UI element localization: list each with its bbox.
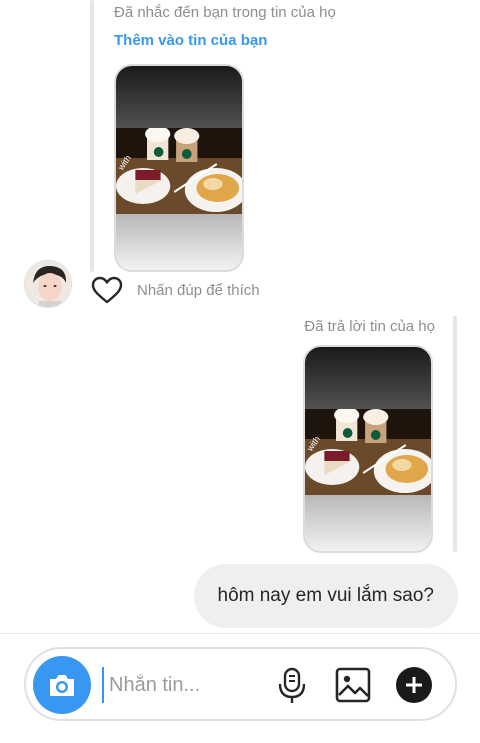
double-tap-hint: Nhấn đúp để thích (137, 282, 260, 299)
add-to-story-link[interactable]: Thêm vào tin của bạn (114, 32, 267, 49)
gallery-button[interactable] (335, 667, 371, 703)
story-mention-notice: Đã nhắc đến bạn trong tin của họ (114, 4, 336, 21)
reply-quote-bar (453, 316, 457, 552)
microphone-button[interactable] (275, 667, 309, 705)
replied-story-thumbnail[interactable]: with (303, 345, 433, 553)
composer-divider (0, 633, 480, 634)
plus-icon (406, 677, 422, 693)
camera-icon (50, 675, 74, 696)
message-composer (24, 647, 457, 721)
more-options-button[interactable] (396, 667, 432, 703)
story-photo: with (116, 128, 242, 214)
story-reply-notice: Đã trả lời tin của họ (304, 318, 435, 335)
sender-avatar[interactable] (24, 260, 72, 308)
microphone-icon (278, 667, 306, 703)
camera-button[interactable] (33, 656, 91, 714)
outgoing-message-bubble[interactable]: hôm nay em vui lắm sao? (193, 564, 458, 628)
gallery-icon (335, 667, 371, 703)
message-thread: Đã nhắc đến bạn trong tin của họ Thêm và… (0, 0, 480, 633)
story-photo: with (305, 409, 431, 495)
message-input[interactable] (102, 667, 262, 703)
story-quote-bar (90, 0, 94, 272)
mentioned-story-thumbnail[interactable]: with (114, 64, 244, 272)
heart-outline-icon[interactable] (91, 276, 123, 304)
